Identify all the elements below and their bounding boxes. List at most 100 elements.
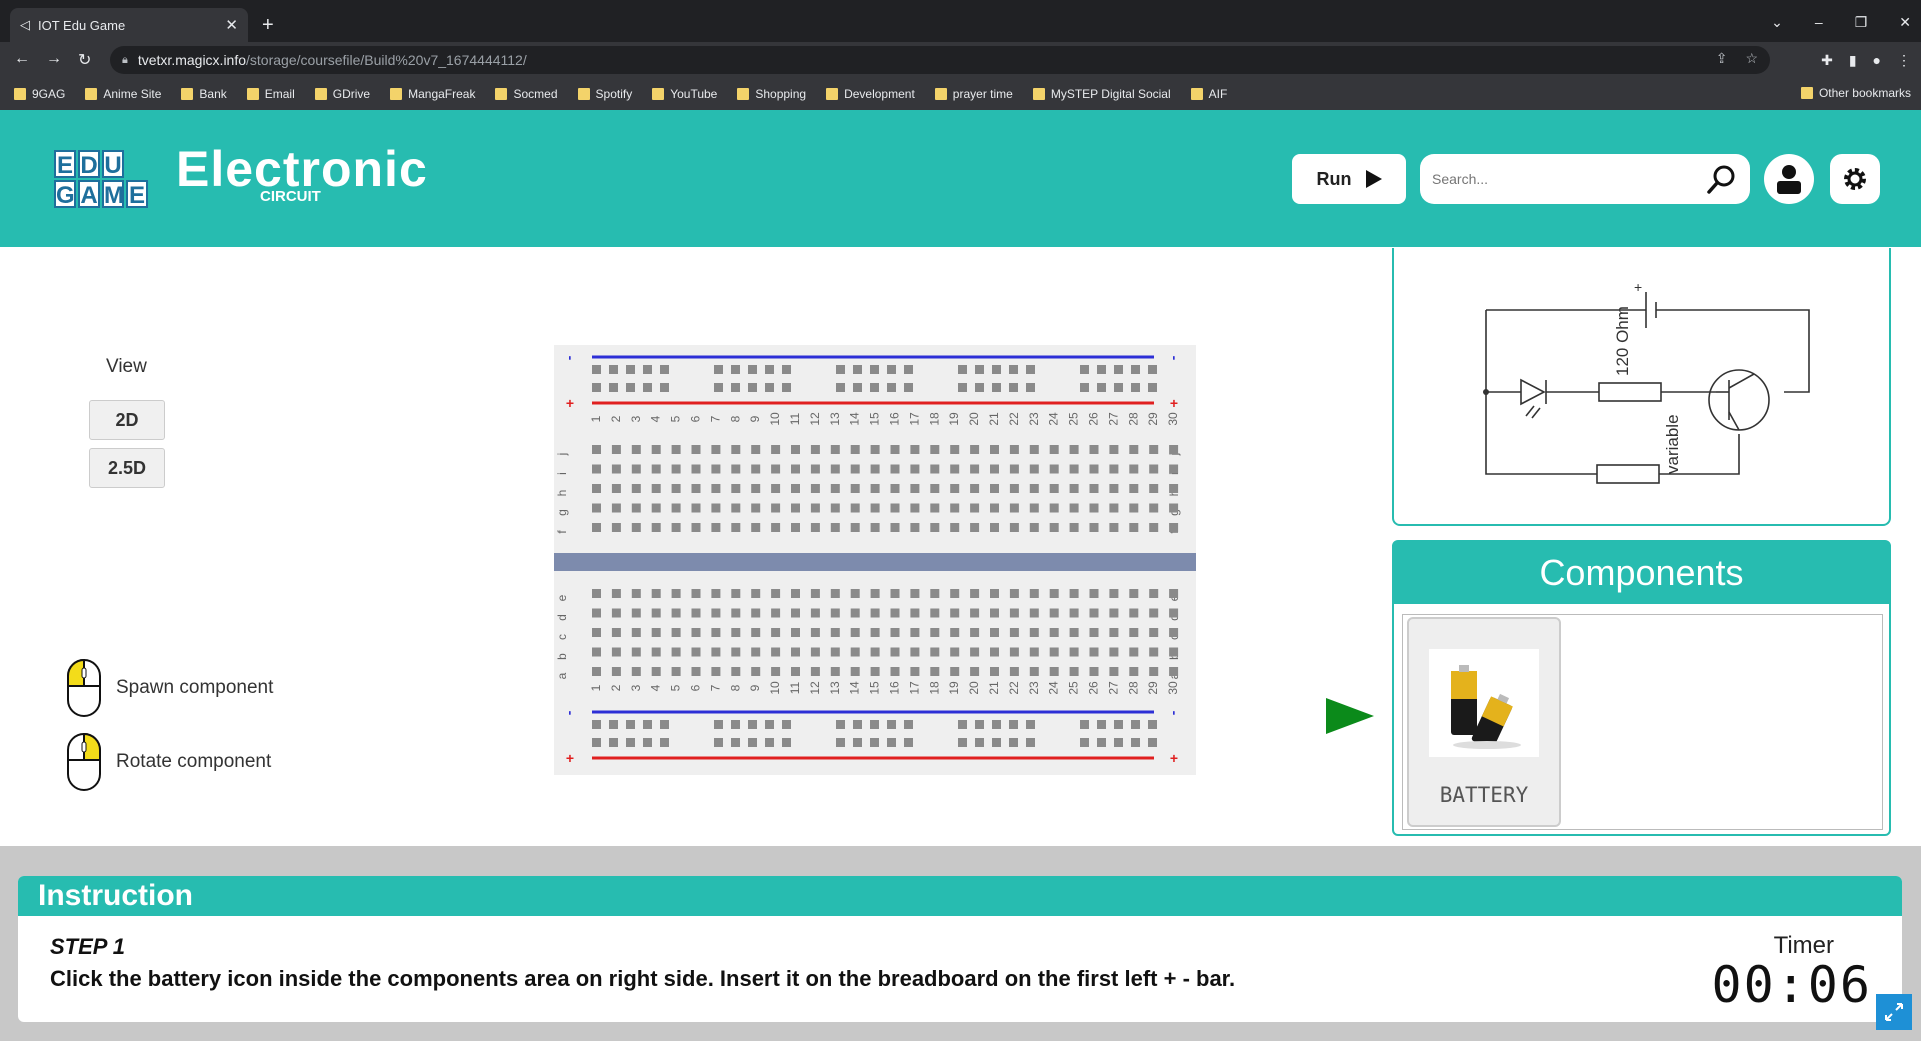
breadboard-hole — [1049, 484, 1059, 493]
bookmark-item[interactable]: AIF — [1190, 87, 1227, 101]
menu-icon[interactable]: ⋮ — [1897, 52, 1911, 69]
row-letter: f — [555, 530, 569, 534]
profile-button[interactable] — [1764, 154, 1814, 204]
other-bookmarks[interactable]: Other bookmarks — [1800, 86, 1911, 100]
breadboard-hole — [1049, 608, 1059, 618]
breadboard-hole — [1029, 484, 1039, 493]
variable-resistor-label: variable — [1663, 414, 1682, 474]
column-number: 30 — [1166, 681, 1180, 695]
bookmark-item[interactable]: Development — [826, 87, 915, 101]
breadboard-hole — [631, 589, 641, 598]
breadboard-hole — [1009, 484, 1019, 493]
back-button[interactable]: ← — [14, 50, 30, 68]
share-icon[interactable]: ⇪ — [1716, 50, 1728, 67]
bookmark-item[interactable]: 9GAG — [14, 87, 65, 101]
rail-hole — [1009, 720, 1018, 729]
minimize-button[interactable]: – — [1815, 14, 1823, 31]
breadboard-hole — [1149, 628, 1159, 637]
breadboard-hole — [910, 523, 920, 532]
side-panel-icon[interactable]: ▮ — [1849, 52, 1857, 69]
breadboard-hole — [771, 628, 781, 637]
column-number: 19 — [947, 412, 961, 426]
breadboard-hole — [990, 484, 999, 493]
column-number: 11 — [788, 412, 802, 425]
bookmark-item[interactable]: MySTEP Digital Social — [1032, 87, 1171, 101]
forward-button[interactable]: → — [46, 50, 62, 68]
breadboard-hole — [651, 464, 661, 474]
breadboard-hole — [711, 484, 721, 493]
bookmark-item[interactable]: Socmed — [495, 87, 558, 101]
bookmark-item[interactable]: prayer time — [934, 87, 1013, 101]
tab-search-icon[interactable]: ⌄ — [1771, 14, 1783, 31]
components-panel: Components BATTERY — [1392, 540, 1891, 836]
bookmark-item[interactable]: Shopping — [737, 87, 806, 101]
restore-button[interactable]: ❐ — [1855, 14, 1868, 31]
rail-hole — [609, 720, 618, 729]
close-window-button[interactable]: ✕ — [1899, 14, 1911, 31]
reload-button[interactable]: ↻ — [78, 50, 91, 70]
bookmark-item[interactable]: Bank — [181, 87, 227, 101]
view-2d-button[interactable]: 2D — [89, 400, 165, 440]
lock-icon[interactable]: 🔒︎ — [122, 54, 128, 67]
breadboard-hole — [631, 608, 641, 618]
rotate-hint-label: Rotate component — [116, 751, 272, 772]
breadboard-hole — [1129, 628, 1139, 637]
close-tab-icon[interactable]: ✕ — [225, 16, 238, 34]
breadboard-hole — [1129, 464, 1139, 474]
rail-hole — [1097, 738, 1106, 747]
bookmark-icon — [85, 88, 98, 100]
bookmark-item[interactable]: Spotify — [577, 87, 632, 101]
breadboard[interactable]: - - + + - - + +1 1 2 2 3 3 4 4 5 5 6 6 7 7 8 8 9 9 10 10 11 11 12 12 13… — [544, 335, 1204, 775]
search-icon[interactable] — [1706, 163, 1738, 195]
breadboard-hole — [890, 608, 900, 618]
breadboard-hole — [950, 445, 960, 454]
bookmark-item[interactable]: MangaFreak — [390, 87, 475, 101]
fullscreen-button[interactable] — [1876, 994, 1912, 1030]
breadboard-hole — [830, 608, 840, 618]
breadboard-hole — [1109, 523, 1119, 532]
column-number: 21 — [987, 412, 1001, 426]
breadboard-hole — [651, 608, 661, 618]
breadboard-hole — [1109, 667, 1119, 676]
settings-button[interactable] — [1830, 154, 1880, 204]
view-25d-button[interactable]: 2.5D — [89, 448, 165, 488]
bookmark-label: YouTube — [670, 87, 718, 101]
new-tab-button[interactable]: + — [262, 14, 274, 37]
column-number: 28 — [1126, 681, 1140, 695]
bookmark-icon — [737, 88, 750, 100]
search-input[interactable] — [1432, 171, 1706, 187]
breadboard-hole — [1029, 608, 1039, 618]
breadboard-hole — [711, 464, 721, 474]
breadboard-hole — [1109, 647, 1119, 657]
rail-hole — [1148, 383, 1157, 392]
rail-hole — [643, 365, 652, 374]
breadboard-hole — [970, 523, 980, 532]
bookmark-item[interactable]: YouTube — [652, 87, 717, 101]
rail-hole — [1026, 738, 1035, 747]
run-button[interactable]: Run — [1292, 154, 1406, 204]
breadboard-hole — [830, 464, 840, 474]
browser-tab[interactable]: ◁ IOT Edu Game ✕ — [10, 8, 248, 42]
breadboard-hole — [1109, 628, 1119, 637]
breadboard-hole — [751, 503, 761, 513]
rail-hole — [609, 365, 618, 374]
profile-avatar[interactable]: ● — [1873, 52, 1881, 69]
bookmark-item[interactable]: Email — [246, 87, 295, 101]
battery-component-button[interactable]: BATTERY — [1407, 617, 1561, 827]
breadboard-graphic[interactable]: - -+ +- -+ +11223344556677889910101111121213… — [544, 335, 1204, 775]
bookmark-item[interactable]: GDrive — [314, 87, 370, 101]
bookmark-item[interactable]: Anime Site — [85, 87, 161, 101]
breadboard-hole — [711, 445, 721, 454]
bookmark-star-icon[interactable]: ☆ — [1745, 50, 1758, 67]
breadboard-hole — [631, 667, 641, 676]
address-bar[interactable]: 🔒︎ tvetxr.magicx.info /storage/coursefil… — [110, 46, 1770, 74]
breadboard-hole — [651, 667, 661, 676]
extensions-icon[interactable]: ✚ — [1821, 52, 1833, 69]
breadboard-hole — [691, 628, 701, 637]
rail-hole — [660, 738, 669, 747]
breadboard-hole — [910, 503, 920, 513]
breadboard-hole — [791, 589, 800, 598]
breadboard-hole — [1049, 523, 1059, 532]
column-number: 1 — [589, 684, 603, 691]
breadboard-hole — [1169, 628, 1179, 637]
